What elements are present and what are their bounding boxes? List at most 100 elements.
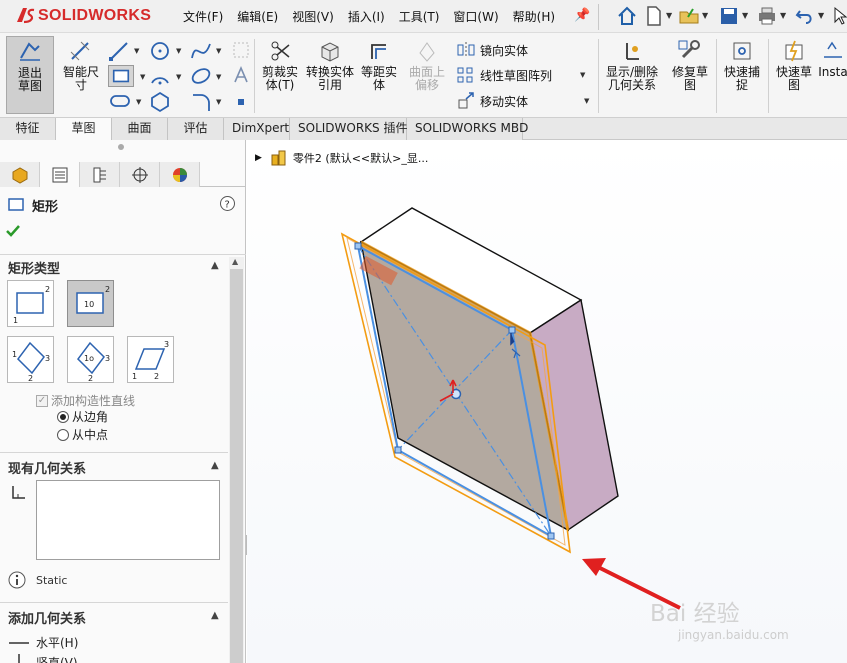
- construction-checkbox[interactable]: ✓: [36, 394, 48, 407]
- panel-grip[interactable]: [118, 144, 124, 150]
- from-midpoint-radio[interactable]: [57, 428, 69, 441]
- fillet-icon[interactable]: [190, 91, 212, 113]
- pin-icon[interactable]: 📌: [574, 8, 590, 23]
- mirror-entities-button[interactable]: 镜向实体: [456, 40, 528, 60]
- three-point-center-rectangle-button[interactable]: 1o 3 2: [67, 336, 114, 383]
- display-delete-relations-button[interactable]: 显示/删除几何关系: [602, 36, 662, 92]
- chevron-down-icon[interactable]: ▼: [780, 11, 786, 20]
- scroll-up-icon[interactable]: ▲: [232, 257, 238, 266]
- chevron-down-icon[interactable]: ▼: [176, 73, 181, 81]
- ellipse-icon[interactable]: [190, 65, 212, 87]
- polygon-icon[interactable]: [149, 91, 171, 113]
- move-entities-button[interactable]: 移动实体 ▼: [456, 91, 589, 111]
- tab-solidworks-addins[interactable]: SOLIDWORKS 插件: [290, 118, 407, 140]
- tab-feature-manager[interactable]: [0, 162, 40, 187]
- tab-display-manager[interactable]: [160, 162, 200, 187]
- corner-rectangle-button[interactable]: 12: [7, 280, 54, 327]
- tab-dimxpert[interactable]: DimXpert: [224, 118, 290, 140]
- offset-on-surface-button[interactable]: 曲面上偏移: [404, 36, 450, 92]
- tab-property-manager[interactable]: [40, 162, 80, 187]
- chevron-down-icon[interactable]: ▼: [666, 11, 672, 20]
- rectangle-icon[interactable]: [108, 65, 134, 87]
- menu-insert[interactable]: 插入(I): [348, 8, 385, 25]
- arc-icon[interactable]: [149, 65, 171, 87]
- existing-relations-list[interactable]: [36, 480, 220, 560]
- point-icon[interactable]: [234, 95, 248, 109]
- chevron-down-icon[interactable]: ▼: [580, 71, 585, 79]
- chevron-down-icon[interactable]: ▼: [702, 11, 708, 20]
- sketch-point[interactable]: [508, 326, 516, 334]
- model-view[interactable]: [247, 140, 847, 663]
- ok-check-icon[interactable]: [5, 224, 21, 238]
- chevron-down-icon[interactable]: ▼: [134, 47, 139, 55]
- tab-configuration-manager[interactable]: [80, 162, 120, 187]
- chevron-down-icon[interactable]: ▼: [818, 11, 824, 20]
- from-corner-radio[interactable]: [57, 410, 69, 423]
- offset-entities-button[interactable]: 等距实体: [358, 36, 400, 92]
- chevron-down-icon[interactable]: ▼: [742, 11, 748, 20]
- tab-solidworks-mbd[interactable]: SOLIDWORKS MBD: [407, 118, 528, 140]
- undo-icon[interactable]: [794, 5, 816, 27]
- linear-pattern-button[interactable]: 线性草图阵列 ▼: [456, 65, 585, 85]
- spline-icon[interactable]: [190, 40, 212, 62]
- print-icon[interactable]: [756, 5, 778, 27]
- repair-sketch-button[interactable]: 修复草图: [668, 36, 712, 92]
- from-corner-option[interactable]: 从边角: [57, 408, 108, 425]
- add-horizontal-relation[interactable]: 水平(H): [8, 634, 78, 651]
- chevron-down-icon[interactable]: ▼: [216, 47, 221, 55]
- sketch-picture-icon[interactable]: [231, 40, 251, 60]
- collapse-arrow-icon[interactable]: ▲: [211, 610, 219, 621]
- collapse-arrow-icon[interactable]: ▲: [211, 260, 219, 271]
- sketch-point[interactable]: [354, 242, 362, 250]
- open-folder-icon[interactable]: [678, 5, 700, 27]
- chevron-down-icon[interactable]: ▼: [216, 73, 221, 81]
- chevron-down-icon[interactable]: ▼: [216, 98, 221, 106]
- sketch-point[interactable]: [547, 532, 555, 540]
- smart-dimension-button[interactable]: 智能尺寸: [58, 36, 104, 92]
- parallelogram-button[interactable]: 1 3 2: [127, 336, 174, 383]
- tab-features[interactable]: 特征: [0, 118, 56, 140]
- exit-sketch-label: 退出草图: [17, 66, 42, 93]
- trim-label: 剪裁实体(T): [261, 65, 298, 92]
- tab-dimxpert-manager[interactable]: [120, 162, 160, 187]
- menu-help[interactable]: 帮助(H): [513, 8, 555, 25]
- from-midpoint-option[interactable]: 从中点: [57, 426, 108, 443]
- cursor-icon[interactable]: [830, 5, 847, 27]
- slot-icon[interactable]: [108, 91, 132, 111]
- chevron-down-icon[interactable]: ▼: [140, 73, 145, 81]
- sketch-point[interactable]: [394, 446, 402, 454]
- tab-evaluate[interactable]: 评估: [168, 118, 224, 140]
- menu-window[interactable]: 窗口(W): [453, 8, 498, 25]
- instant2d-button[interactable]: Insta: [818, 36, 847, 79]
- text-icon[interactable]: [231, 65, 251, 85]
- help-icon[interactable]: ?: [219, 195, 236, 212]
- add-construction-lines-option[interactable]: ✓ 添加构造性直线: [36, 392, 135, 409]
- chevron-down-icon[interactable]: ▼: [136, 98, 141, 106]
- new-document-icon[interactable]: [643, 5, 665, 27]
- panel-scrollbar[interactable]: ▲: [229, 257, 244, 663]
- home-icon[interactable]: [616, 5, 638, 27]
- solidworks-logo[interactable]: SOLIDWORKS: [14, 5, 159, 29]
- convert-entities-button[interactable]: 转换实体引用: [305, 36, 355, 92]
- menu-tools[interactable]: 工具(T): [399, 8, 440, 25]
- save-icon[interactable]: [718, 5, 740, 27]
- chevron-down-icon[interactable]: ▼: [584, 97, 589, 105]
- chevron-down-icon[interactable]: ▼: [176, 47, 181, 55]
- scroll-thumb[interactable]: [230, 269, 243, 663]
- line-icon[interactable]: [108, 40, 130, 62]
- center-rectangle-button[interactable]: 10 2: [67, 280, 114, 327]
- tab-surfaces[interactable]: 曲面: [112, 118, 168, 140]
- add-vertical-relation[interactable]: 竖直(V): [8, 654, 78, 663]
- quick-snaps-button[interactable]: 快速捕捉: [720, 36, 764, 92]
- tab-sketch[interactable]: 草图: [56, 118, 112, 140]
- menu-file[interactable]: 文件(F): [183, 8, 223, 25]
- three-point-corner-rectangle-button[interactable]: 1 3 2: [7, 336, 54, 383]
- exit-sketch-button[interactable]: 退出草图: [6, 36, 54, 114]
- circle-icon[interactable]: [149, 40, 171, 62]
- menu-view[interactable]: 视图(V): [292, 8, 334, 25]
- linear-pattern-label: 线性草图阵列: [480, 68, 553, 83]
- menu-edit[interactable]: 编辑(E): [237, 8, 278, 25]
- trim-entities-button[interactable]: 剪裁实体(T): [258, 36, 302, 92]
- rapid-sketch-button[interactable]: 快速草图: [772, 36, 816, 92]
- collapse-arrow-icon[interactable]: ▲: [211, 460, 219, 471]
